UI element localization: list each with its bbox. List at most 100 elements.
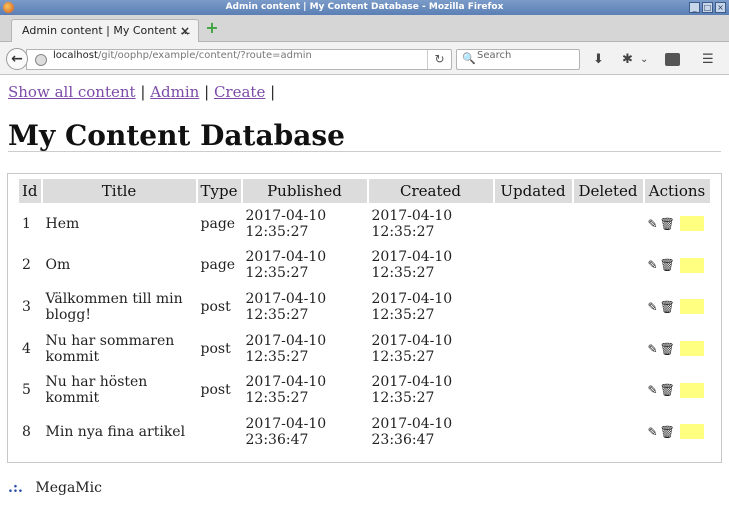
edit-icon[interactable]: ✎ (648, 257, 658, 273)
table-row: 5 Nu har hösten kommit post 2017-04-10 12:3… (19, 369, 710, 411)
cell-published: 2017-04-10 12:35:27 (245, 290, 327, 323)
cell-updated (495, 245, 572, 287)
footer-brand: MegaMic (35, 480, 102, 496)
col-updated: Updated (494, 179, 572, 203)
cell-published: 2017-04-10 12:35:27 (245, 332, 327, 365)
trash-icon[interactable]: 🗑 (660, 382, 675, 398)
admin-link[interactable]: Admin (150, 83, 199, 101)
cell-type: post (200, 340, 231, 357)
cell-created: 2017-04-10 12:35:27 (371, 374, 453, 407)
extension-icon[interactable]: ✱ (622, 53, 633, 66)
table-row: 2 Om page 2017-04-10 12:35:27 2017-04-10 12:… (19, 245, 710, 287)
table-row: 4 Nu har sommaren kommit post 2017-04-10 12… (19, 328, 710, 370)
window-title: Admin content | My Content Database - Mo… (225, 2, 504, 12)
col-type: Type (197, 179, 241, 203)
tab-admin-content[interactable]: Admin content | My Content ... × (11, 19, 199, 42)
nav-separator: | (270, 83, 276, 101)
download-icon[interactable]: ⬇ (593, 53, 604, 66)
maximize-button[interactable]: □ (702, 2, 713, 13)
content-table-container: Id Title Type Published Created Updated … (7, 173, 722, 463)
content-table: Id Title Type Published Created Updated … (17, 179, 712, 453)
row-actions: ✎ 🗑 (648, 341, 707, 357)
search-placeholder: Search (477, 50, 512, 61)
col-published: Published (242, 179, 367, 203)
menu-icon[interactable]: ☰ (702, 53, 714, 66)
trash-icon[interactable]: 🗑 (660, 424, 675, 440)
row-actions: ✎ 🗑 (648, 299, 707, 315)
cell-id: 1 (22, 215, 31, 232)
window-titlebar: Admin content | My Content Database - Mo… (0, 0, 729, 15)
search-icon: 🔍 (462, 52, 476, 65)
col-actions: Actions (644, 179, 710, 203)
cell-updated (495, 411, 572, 453)
create-link[interactable]: Create (214, 83, 265, 101)
cell-id: 5 (22, 382, 31, 399)
edit-icon[interactable]: ✎ (648, 341, 658, 357)
cell-id: 3 (22, 298, 31, 315)
tab-close-icon[interactable]: × (180, 20, 190, 42)
cell-deleted (574, 328, 643, 370)
highlight-marker (679, 341, 704, 357)
cell-type: page (200, 215, 236, 232)
trash-icon[interactable]: 🗑 (660, 257, 675, 273)
footer: .:. MegaMic (8, 480, 102, 496)
table-header-row: Id Title Type Published Created Updated … (19, 179, 710, 203)
edit-icon[interactable]: ✎ (648, 216, 658, 232)
reload-icon[interactable]: ↻ (427, 50, 451, 69)
sleep-tab-icon[interactable] (665, 53, 680, 66)
site-info-icon[interactable] (35, 54, 47, 66)
cell-id: 8 (22, 423, 31, 440)
row-actions: ✎ 🗑 (648, 382, 707, 398)
cell-type: post (200, 382, 231, 399)
cell-title: Om (45, 257, 71, 274)
cell-updated (495, 203, 572, 245)
search-input[interactable]: 🔍 Search (456, 49, 580, 70)
cell-type (198, 411, 241, 453)
cell-published: 2017-04-10 23:36:47 (245, 415, 327, 448)
trash-icon[interactable]: 🗑 (660, 216, 675, 232)
top-navigation: Show all content | Admin | Create | (8, 83, 275, 101)
col-created: Created (368, 179, 493, 203)
row-actions: ✎ 🗑 (648, 424, 707, 440)
cell-created: 2017-04-10 12:35:27 (371, 290, 453, 323)
cell-created: 2017-04-10 23:36:47 (371, 415, 453, 448)
back-button[interactable]: ← (6, 48, 28, 70)
table-row: 1 Hem page 2017-04-10 12:35:27 2017-04-10 12… (19, 203, 710, 245)
col-title: Title (42, 179, 196, 203)
cell-id: 2 (22, 257, 31, 274)
trash-icon[interactable]: 🗑 (660, 341, 675, 357)
nav-separator: | (204, 83, 210, 101)
firefox-icon (3, 2, 14, 13)
table-row: 8 Min nya fina artikel 2017-04-10 23:36:47… (19, 411, 710, 453)
cell-actions: ✎ 🗑 (645, 245, 710, 287)
show-all-content-link[interactable]: Show all content (8, 83, 136, 101)
cell-deleted (574, 286, 643, 328)
edit-icon[interactable]: ✎ (648, 424, 658, 440)
edit-icon[interactable]: ✎ (648, 299, 658, 315)
tab-strip: Admin content | My Content ... × + (0, 15, 729, 42)
cell-created: 2017-04-10 12:35:27 (371, 332, 453, 365)
cell-updated (495, 328, 572, 370)
col-deleted: Deleted (573, 179, 643, 203)
cell-deleted (574, 245, 643, 287)
window-controls: _ □ × (689, 2, 726, 13)
url-bar[interactable]: localhost/git/oophp/example/content/?rou… (26, 49, 452, 70)
url-host: localhost (53, 50, 98, 61)
heading-divider (8, 151, 721, 152)
cell-created: 2017-04-10 12:35:27 (371, 207, 453, 240)
navigation-toolbar: localhost/git/oophp/example/content/?rou… (0, 42, 729, 75)
cell-updated (495, 369, 572, 411)
cell-deleted (574, 203, 643, 245)
cell-actions: ✎ 🗑 (645, 286, 710, 328)
page-title: My Content Database (8, 119, 345, 152)
minimize-button[interactable]: _ (689, 2, 700, 13)
url-path: /git/oophp/example/content/?route=admin (97, 50, 312, 61)
nav-separator: | (140, 83, 146, 101)
chevron-down-icon[interactable]: ⌄ (640, 53, 648, 66)
trash-icon[interactable]: 🗑 (660, 299, 675, 315)
new-tab-icon[interactable]: + (205, 20, 219, 36)
cell-title: Välkommen till min blogg! (45, 290, 183, 323)
cell-deleted (574, 411, 643, 453)
edit-icon[interactable]: ✎ (648, 382, 658, 398)
close-window-button[interactable]: × (715, 2, 726, 13)
